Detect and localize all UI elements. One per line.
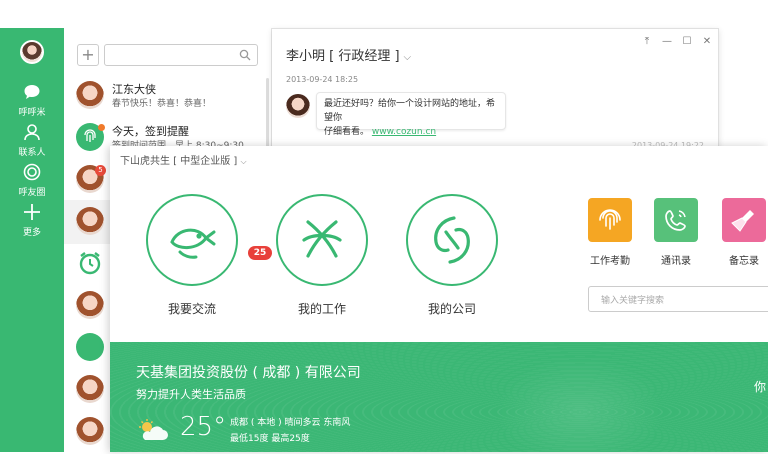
tile-icon-bg (654, 198, 698, 242)
contact-name: 今天，签到提醒 (112, 125, 189, 138)
tile-attendance[interactable]: 工作考勤 (588, 198, 632, 267)
unread-dot (98, 124, 105, 131)
add-contact-button[interactable]: + (77, 44, 99, 66)
partly-cloudy-icon (139, 419, 168, 440)
keyword-search-input[interactable]: 输入关键字搜索 (588, 286, 768, 312)
unread-count-badge: 25 (248, 246, 272, 260)
alarm-clock-icon (76, 249, 104, 277)
chevron-down-icon: ⌵ (240, 157, 247, 166)
chevron-down-icon: ⌵ (403, 52, 412, 63)
swirl-logo-icon (434, 216, 470, 264)
tile-label: 工作考勤 (590, 256, 630, 267)
chat-bubble-icon (22, 82, 42, 102)
contact-avatar (76, 291, 104, 319)
left-rail: 呼呼米 联系人 呼友圈 更多 (0, 28, 64, 452)
pin-top-icon[interactable]: ⤒ (640, 35, 654, 49)
tile-icon-bg (722, 198, 766, 242)
broom-icon (731, 210, 754, 232)
hub-company[interactable]: 我的公司 (404, 194, 500, 317)
rail-item-label: 更多 (22, 228, 41, 238)
message-text: 最近还好吗？给你一个设计网站的地址，希望你 (324, 99, 496, 123)
weather-location-condition: 成都 ( 本地 ) 晴间多云 东南风 (230, 418, 351, 428)
phone-icon (665, 210, 686, 231)
company-name: 天基集团投资股份 ( 成都 ) 有限公司 (136, 365, 361, 381)
contact-avatar (76, 375, 104, 403)
message-timestamp: 2013-09-24 18:25 (286, 75, 359, 84)
hub-communication[interactable]: 25 我要交流 (144, 194, 272, 317)
contact-avatar (76, 81, 104, 109)
tile-label: 备忘录 (729, 256, 759, 267)
tile-contacts[interactable]: 通讯录 (654, 198, 698, 267)
edition-selector[interactable]: 下山虎共生 [ 中型企业版 ] ⌵ (120, 152, 247, 167)
unread-count-badge: 5 (95, 165, 106, 176)
hub-ring (406, 194, 498, 286)
message-link[interactable]: www.cozun.cn (372, 127, 436, 137)
contact-avatar (76, 333, 104, 361)
contact-last-message: 春节快乐！恭喜！恭喜！ (112, 99, 212, 109)
hub-label: 我的公司 (427, 302, 476, 316)
contact-name: 江东大侠 (112, 83, 156, 96)
rail-item-chat[interactable]: 呼呼米 (0, 82, 64, 118)
weather-range: 最低15度 最高25度 (230, 434, 310, 444)
dashboard-window: 下山虎共生 [ 中型企业版 ] ⌵ 25 我要交流 我的工作 我的公司 工作考勤… (110, 146, 768, 452)
person-icon (22, 122, 42, 142)
contact-avatar (76, 417, 104, 445)
knot-icon (302, 220, 342, 258)
rail-item-label: 联系人 (18, 148, 46, 158)
fish-chat-icon (170, 228, 216, 259)
plus-icon (22, 202, 42, 222)
close-icon[interactable]: ✕ (700, 35, 714, 49)
fingerprint-icon (599, 209, 621, 230)
contact-avatar (76, 207, 104, 235)
truncated-text: 你 (753, 380, 766, 394)
tile-icon-bg (588, 198, 632, 242)
minimize-icon[interactable]: — (660, 35, 674, 49)
hub-label: 我要交流 (167, 302, 216, 316)
user-avatar[interactable] (20, 40, 44, 64)
company-slogan: 努力提升人类生活品质 (136, 388, 246, 401)
contact-search-input[interactable] (104, 44, 258, 66)
hub-work[interactable]: 我的工作 (274, 194, 370, 317)
hub-label: 我的工作 (297, 302, 346, 316)
chat-title[interactable]: 李小明 [ 行政经理 ] ⌵ (286, 45, 411, 64)
hub-ring (146, 194, 238, 286)
sender-avatar (286, 94, 310, 118)
contact-item[interactable]: 江东大侠 春节快乐！恭喜！恭喜！ (64, 74, 272, 118)
message-text: 仔细看看。 (324, 127, 370, 137)
circle-ring-icon (22, 162, 42, 182)
temperature: 25° (180, 412, 227, 442)
message-bubble: 最近还好吗？给你一个设计网站的地址，希望你 仔细看看。 www.cozun.cn (316, 92, 506, 137)
chat-contact-name: 李小明 [ 行政经理 ] (286, 49, 400, 64)
tile-label: 通讯录 (661, 256, 691, 267)
tile-memo[interactable]: 备忘录 (722, 198, 766, 267)
search-icon (239, 49, 251, 61)
rail-item-moments[interactable]: 呼友圈 (0, 162, 64, 198)
edition-label: 下山虎共生 [ 中型企业版 ] (120, 156, 238, 167)
rail-item-label: 呼呼米 (18, 108, 46, 118)
company-banner: 天基集团投资股份 ( 成都 ) 有限公司 努力提升人类生活品质 25° 成都 (… (110, 342, 768, 452)
maximize-icon[interactable]: ☐ (680, 35, 694, 49)
rail-item-contacts[interactable]: 联系人 (0, 122, 64, 158)
hub-ring (276, 194, 368, 286)
rail-item-more[interactable]: 更多 (0, 202, 64, 238)
rail-item-label: 呼友圈 (18, 188, 46, 198)
